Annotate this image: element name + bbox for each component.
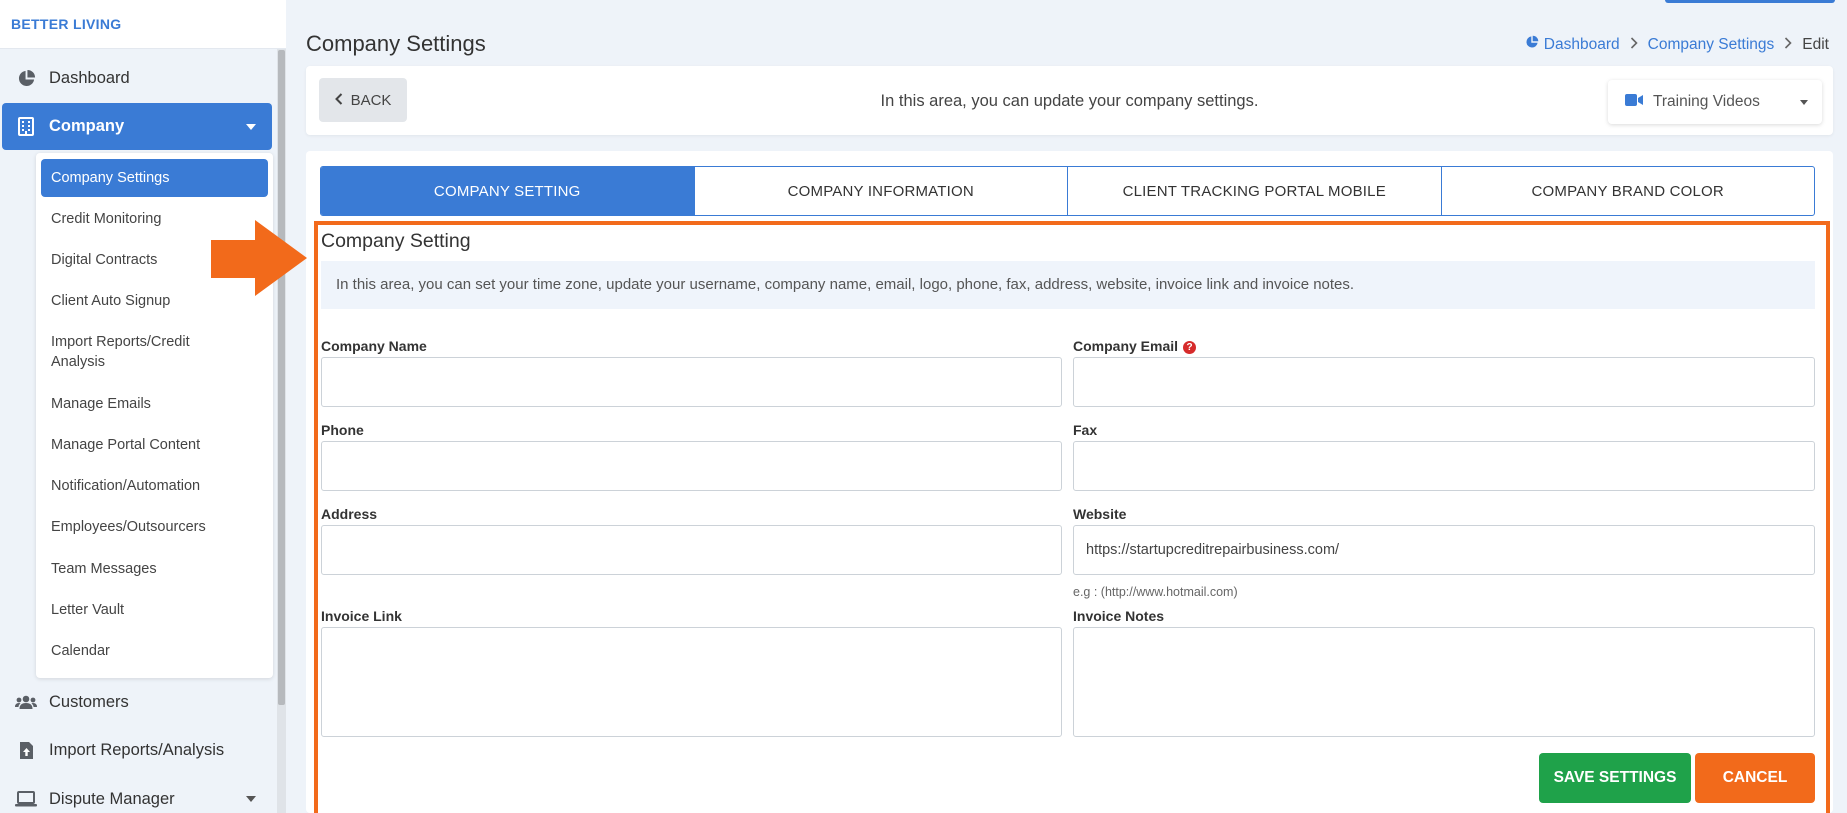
file-upload-icon [15, 739, 37, 761]
settings-tabs: COMPANY SETTING COMPANY INFORMATION CLIE… [320, 166, 1815, 216]
sidebar-item-import-reports[interactable]: Import Reports/Analysis [0, 732, 272, 768]
toolbar-info-text: In this area, you can update your compan… [880, 92, 1259, 110]
training-videos-dropdown[interactable]: Training Videos [1608, 80, 1822, 124]
invoice-notes-label: Invoice Notes [1073, 608, 1165, 624]
submenu-item-employees-outsourcers[interactable]: Employees/Outsourcers [41, 517, 268, 537]
breadcrumb-dashboard[interactable]: Dashboard [1544, 36, 1620, 54]
fax-input[interactable] [1073, 441, 1815, 491]
breadcrumb-company-settings[interactable]: Company Settings [1648, 36, 1775, 54]
company-name-input[interactable] [321, 357, 1062, 407]
sidebar-item-dashboard[interactable]: Dashboard [0, 60, 272, 96]
invoice-link-input[interactable] [321, 627, 1062, 737]
save-settings-button[interactable]: SAVE SETTINGS [1539, 753, 1691, 803]
page-title: Company Settings [306, 31, 486, 56]
website-input[interactable] [1073, 525, 1815, 575]
submenu-item-calendar[interactable]: Calendar [41, 641, 268, 661]
submenu-item-letter-vault[interactable]: Letter Vault [41, 600, 268, 620]
submenu-item-import-reports[interactable]: Import Reports/Credit Analysis [41, 332, 231, 372]
chevron-down-icon [246, 123, 256, 130]
fax-label: Fax [1073, 422, 1098, 438]
phone-input[interactable] [321, 441, 1062, 491]
company-email-label: Company Email [1073, 338, 1179, 354]
question-circle-icon[interactable]: ? [1183, 341, 1197, 354]
sidebar-item-label: Dispute Manager [49, 789, 175, 808]
tab-company-brand-color[interactable]: COMPANY BRAND COLOR [1442, 167, 1815, 215]
website-help-text: e.g : (http://www.hotmail.com) [1073, 585, 1238, 599]
arrow-right-icon [211, 220, 307, 296]
tab-company-information[interactable]: COMPANY INFORMATION [695, 167, 1068, 215]
toolbar-card: BACK In this area, you can update your c… [306, 66, 1833, 135]
breadcrumb-edit: Edit [1802, 35, 1829, 53]
company-email-input[interactable] [1073, 357, 1815, 407]
training-videos-label: Training Videos [1653, 93, 1760, 110]
chevron-down-icon [1800, 100, 1808, 105]
sidebar-item-company[interactable]: Company [2, 103, 272, 150]
sidebar-item-dispute-manager[interactable]: Dispute Manager [0, 781, 272, 813]
sidebar-item-label: Company [49, 117, 125, 135]
submenu-item-company-settings[interactable]: Company Settings [41, 159, 268, 197]
cancel-button[interactable]: CANCEL [1695, 753, 1815, 803]
phone-label: Phone [321, 422, 364, 438]
tab-client-tracking-portal-mobile[interactable]: CLIENT TRACKING PORTAL MOBILE [1068, 167, 1442, 215]
brand-logo[interactable]: BETTER LIVING [0, 0, 286, 49]
chevron-down-icon [246, 796, 256, 802]
pie-chart-icon [15, 67, 37, 89]
company-email-label-group: Company Email? [1073, 338, 1197, 354]
address-label: Address [321, 506, 378, 522]
laptop-icon [15, 788, 37, 810]
pie-chart-icon [1525, 35, 1539, 54]
submenu-item-team-messages[interactable]: Team Messages [41, 559, 268, 579]
top-accent-bar [1665, 0, 1835, 3]
sidebar: BETTER LIVING Dashboard Company Company … [0, 0, 286, 813]
section-description: In this area, you can set your time zone… [321, 261, 1815, 309]
chevron-right-icon [1630, 36, 1638, 53]
invoice-notes-input[interactable] [1073, 627, 1815, 737]
submenu-item-manage-portal-content[interactable]: Manage Portal Content [41, 435, 268, 455]
chevron-right-icon [1784, 36, 1792, 53]
breadcrumb: Dashboard Company Settings Edit [1525, 35, 1829, 54]
address-input[interactable] [321, 525, 1062, 575]
tab-company-setting[interactable]: COMPANY SETTING [321, 167, 695, 215]
company-name-label: Company Name [321, 338, 427, 354]
video-camera-icon [1625, 93, 1643, 111]
section-title: Company Setting [321, 230, 471, 252]
sidebar-item-customers[interactable]: Customers [0, 684, 272, 720]
invoice-link-label: Invoice Link [321, 608, 402, 624]
sidebar-item-label: Customers [49, 692, 129, 711]
sidebar-item-label: Dashboard [49, 68, 130, 87]
sidebar-scrollbar-thumb[interactable] [278, 50, 285, 705]
sidebar-item-label: Import Reports/Analysis [49, 740, 225, 759]
users-icon [15, 691, 37, 713]
submenu-item-notification-automation[interactable]: Notification/Automation [41, 476, 268, 496]
building-icon [15, 116, 37, 138]
submenu-item-manage-emails[interactable]: Manage Emails [41, 394, 268, 414]
website-label: Website [1073, 506, 1127, 522]
